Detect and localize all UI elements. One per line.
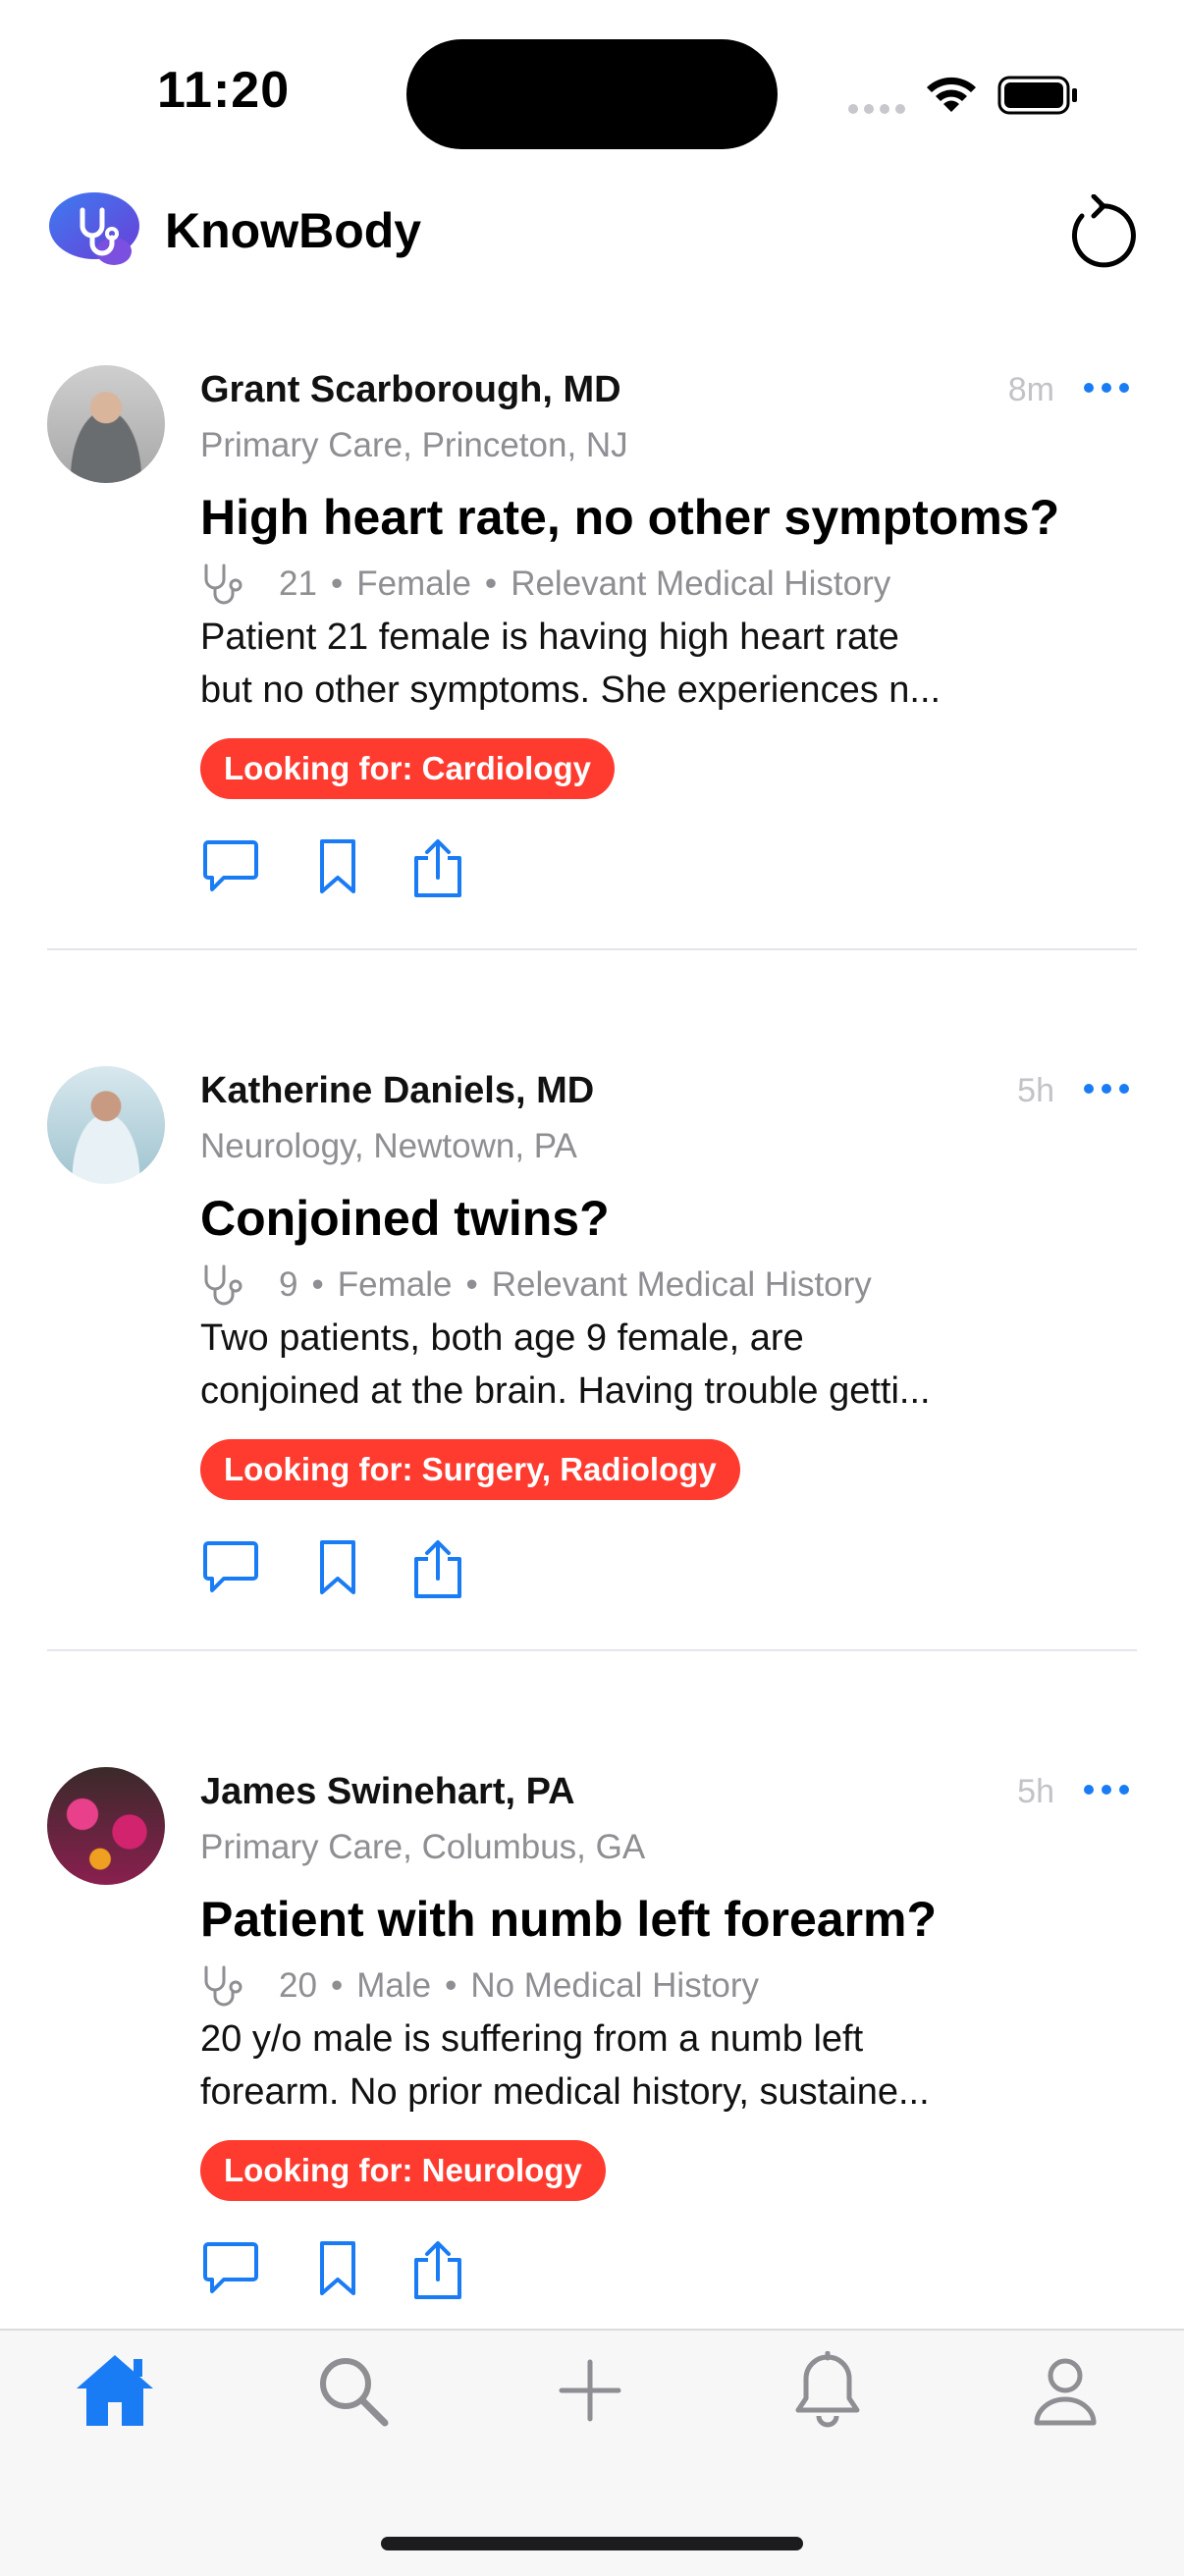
post-body[interactable]: 20 y/o male is suffering from a numb lef… <box>200 2012 1025 2119</box>
bookmark-icon[interactable] <box>318 2240 357 2297</box>
more-icon[interactable] <box>1084 383 1129 393</box>
post-timestamp: 5h <box>1017 1773 1054 1810</box>
tab-notifications[interactable] <box>783 2346 872 2435</box>
post-body-line: 20 y/o male is suffering from a numb lef… <box>200 2018 864 2060</box>
avatar[interactable] <box>47 365 165 483</box>
separator: • <box>445 1966 457 2005</box>
post-author[interactable]: James Swinehart, PA <box>200 1771 575 1813</box>
post-body-line: Patient 21 female is having high heart r… <box>200 617 899 658</box>
patient-info: 20 • Male • No Medical History <box>200 1963 759 2009</box>
stethoscope-icon <box>204 1264 242 1306</box>
stethoscope-icon <box>204 1965 242 2007</box>
post-author-meta: Primary Care, Princeton, NJ <box>200 426 628 464</box>
patient-sex: Female <box>356 564 471 603</box>
patient-info: 21 • Female • Relevant Medical History <box>200 562 890 607</box>
tab-create[interactable] <box>546 2346 634 2435</box>
post-author-meta: Primary Care, Columbus, GA <box>200 1828 646 1866</box>
avatar[interactable] <box>47 1066 165 1184</box>
plus-icon <box>559 2359 621 2422</box>
patient-age: 9 <box>279 1265 298 1304</box>
post-card[interactable]: Grant Scarborough, MD 8m Primary Care, P… <box>0 0 1184 950</box>
post-body-line: forearm. No prior medical history, susta… <box>200 2071 930 2113</box>
tab-search[interactable] <box>308 2346 397 2435</box>
tab-profile[interactable] <box>1021 2346 1109 2435</box>
patient-history: No Medical History <box>470 1966 760 2005</box>
separator: • <box>465 1265 478 1304</box>
post-title[interactable]: High heart rate, no other symptoms? <box>200 489 1059 546</box>
post-card[interactable]: Katherine Daniels, MD 5h Neurology, Newt… <box>0 701 1184 1651</box>
avatar[interactable] <box>47 1767 165 1885</box>
person-icon <box>1034 2358 1097 2426</box>
separator: • <box>311 1265 324 1304</box>
patient-history: Relevant Medical History <box>491 1265 872 1304</box>
patient-info: 9 • Female • Relevant Medical History <box>200 1262 872 1308</box>
post-title[interactable]: Patient with numb left forearm? <box>200 1891 937 1948</box>
post-body-line: Two patients, both age 9 female, are <box>200 1317 804 1359</box>
post-timestamp: 5h <box>1017 1072 1054 1109</box>
more-icon[interactable] <box>1084 1084 1129 1094</box>
comment-icon[interactable] <box>202 2240 259 2295</box>
share-icon[interactable] <box>412 2240 463 2301</box>
separator: • <box>330 1966 344 2005</box>
stethoscope-icon <box>204 564 242 605</box>
post-author[interactable]: Katherine Daniels, MD <box>200 1070 594 1112</box>
separator: • <box>484 564 498 603</box>
looking-for-tag: Looking for: Neurology <box>200 2140 606 2201</box>
patient-history: Relevant Medical History <box>511 564 891 603</box>
patient-sex: Female <box>337 1265 453 1304</box>
post-title[interactable]: Conjoined twins? <box>200 1190 610 1247</box>
more-icon[interactable] <box>1084 1785 1129 1795</box>
post-author[interactable]: Grant Scarborough, MD <box>200 369 621 411</box>
patient-age: 20 <box>279 1966 317 2005</box>
home-indicator <box>381 2537 803 2550</box>
post-timestamp: 8m <box>1007 371 1054 408</box>
post-card[interactable]: James Swinehart, PA 5h Primary Care, Col… <box>0 1402 1184 2299</box>
patient-age: 21 <box>279 564 317 603</box>
post-author-meta: Neurology, Newtown, PA <box>200 1127 577 1165</box>
patient-sex: Male <box>356 1966 432 2005</box>
tab-home[interactable] <box>71 2346 159 2435</box>
home-icon <box>77 2355 153 2426</box>
bell-icon <box>795 2351 860 2428</box>
separator: • <box>330 564 344 603</box>
search-icon <box>320 2358 389 2427</box>
